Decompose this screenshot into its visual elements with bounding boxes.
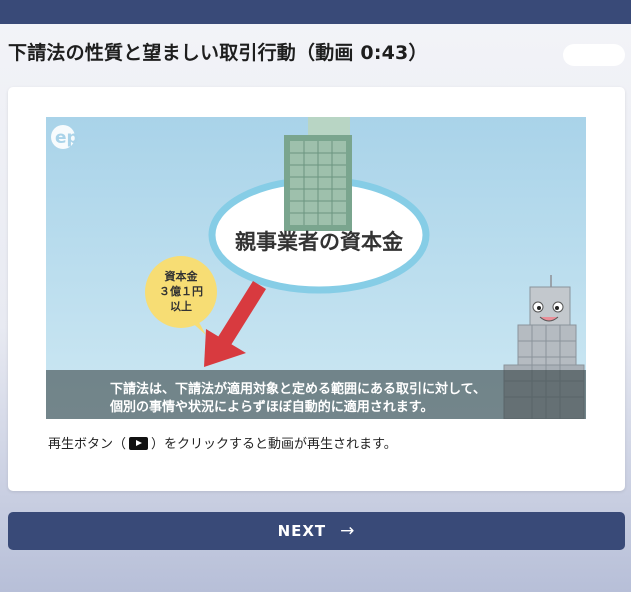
- callout-line-1: 資本金: [165, 269, 199, 283]
- heading-bubble-text: 親事業者の資本金: [235, 230, 404, 254]
- subtitle-line-1: 下請法は、下請法が適用対象と定める範囲にある取引に対して、: [110, 382, 486, 397]
- next-button[interactable]: NEXT →: [8, 512, 625, 550]
- caption-text-before: 再生ボタン（: [48, 437, 127, 452]
- subtitle-line-2: 個別の事情や状況によらずほぼ自動的に適用されます。: [110, 400, 434, 415]
- next-button-label: NEXT: [277, 522, 327, 540]
- capital-callout: 資本金 ３億１円 以上: [145, 256, 217, 335]
- office-building-icon: [284, 117, 352, 231]
- play-icon: [129, 437, 149, 450]
- progress-pill: [563, 44, 625, 66]
- video-player[interactable]: ep 親事業者の資本金 資本金 ３億１円 以上 下請法は、下請法が適用対象と定め…: [46, 117, 586, 419]
- logo-text: ep: [55, 128, 79, 148]
- top-bar: [0, 0, 631, 24]
- page-title: 下請法の性質と望ましい取引行動（動画 0:43）: [8, 42, 428, 64]
- content-card: ep 親事業者の資本金 資本金 ３億１円 以上 下請法は、下請法が適用対象と定め…: [8, 87, 625, 491]
- arrow-right-icon: →: [340, 521, 356, 541]
- video-caption: 再生ボタン（ ）をクリックすると動画が再生されます。: [48, 433, 397, 452]
- callout-line-2: ３億１円: [159, 284, 203, 298]
- ep-logo: ep: [51, 125, 79, 149]
- caption-text-after: ）をクリックすると動画が再生されます。: [151, 437, 397, 452]
- callout-line-3: 以上: [170, 299, 192, 313]
